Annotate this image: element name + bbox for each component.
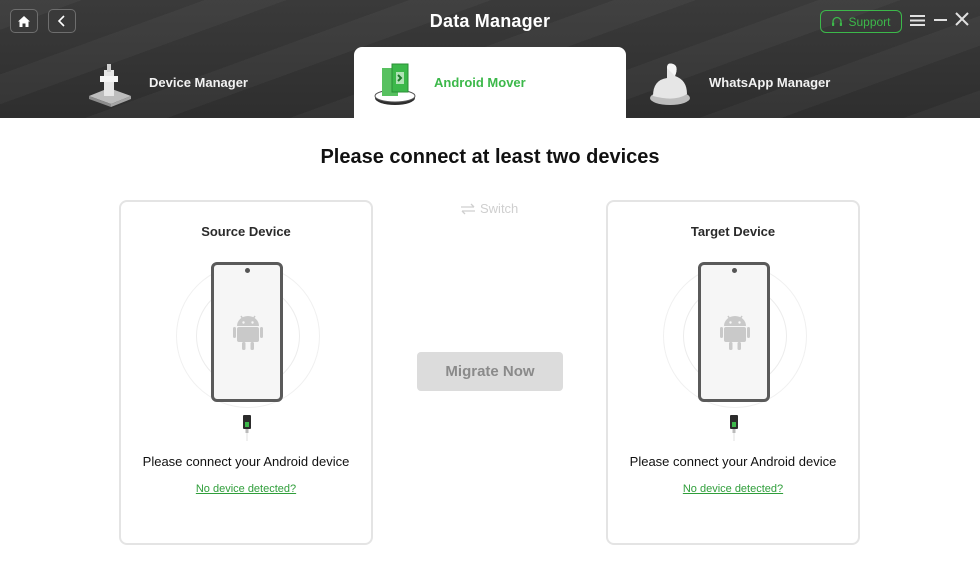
whatsapp-manager-icon (650, 63, 690, 105)
target-device-card: Target Device Please connect your Androi… (606, 200, 860, 545)
no-device-link[interactable]: No device detected? (608, 483, 858, 495)
phone-illustration (211, 262, 283, 402)
menu-icon[interactable] (910, 14, 925, 27)
device-manager-icon (89, 63, 131, 107)
support-button[interactable]: Support (820, 10, 902, 33)
connect-message: Please connect your Android device (142, 454, 350, 469)
no-device-link[interactable]: No device detected? (121, 483, 371, 495)
card-title: Source Device (201, 224, 291, 239)
tab-whatsapp-manager[interactable]: WhatsApp Manager (645, 47, 905, 118)
switch-button[interactable]: Switch (460, 201, 518, 216)
phone-illustration (698, 262, 770, 402)
support-label: Support (848, 14, 891, 29)
headset-icon (832, 16, 843, 26)
tab-android-mover[interactable]: Android Mover (354, 47, 626, 118)
android-icon (720, 315, 750, 350)
page-title: Please connect at least two devices (320, 146, 660, 168)
tab-label: Device Manager (149, 75, 248, 90)
connect-message: Please connect your Android device (629, 454, 837, 469)
android-icon (233, 315, 263, 350)
tab-label: Android Mover (434, 75, 526, 90)
usb-cable-icon (243, 415, 251, 441)
phone-camera-dot (245, 268, 250, 273)
migrate-now-button[interactable]: Migrate Now (417, 352, 563, 391)
card-title: Target Device (690, 224, 776, 239)
switch-label: Switch (480, 201, 519, 216)
close-icon[interactable] (955, 12, 969, 26)
app-header: Data Manager Support Device Manager Andr… (0, 0, 980, 118)
tab-label: WhatsApp Manager (709, 75, 831, 90)
usb-cable-icon (730, 415, 738, 441)
tab-device-manager[interactable]: Device Manager (85, 47, 350, 118)
source-device-card: Source Device Please connect your Androi… (119, 200, 373, 545)
swap-icon (461, 203, 475, 214)
minimize-icon[interactable] (934, 19, 947, 21)
phone-camera-dot (732, 268, 737, 273)
android-mover-icon (374, 63, 416, 105)
